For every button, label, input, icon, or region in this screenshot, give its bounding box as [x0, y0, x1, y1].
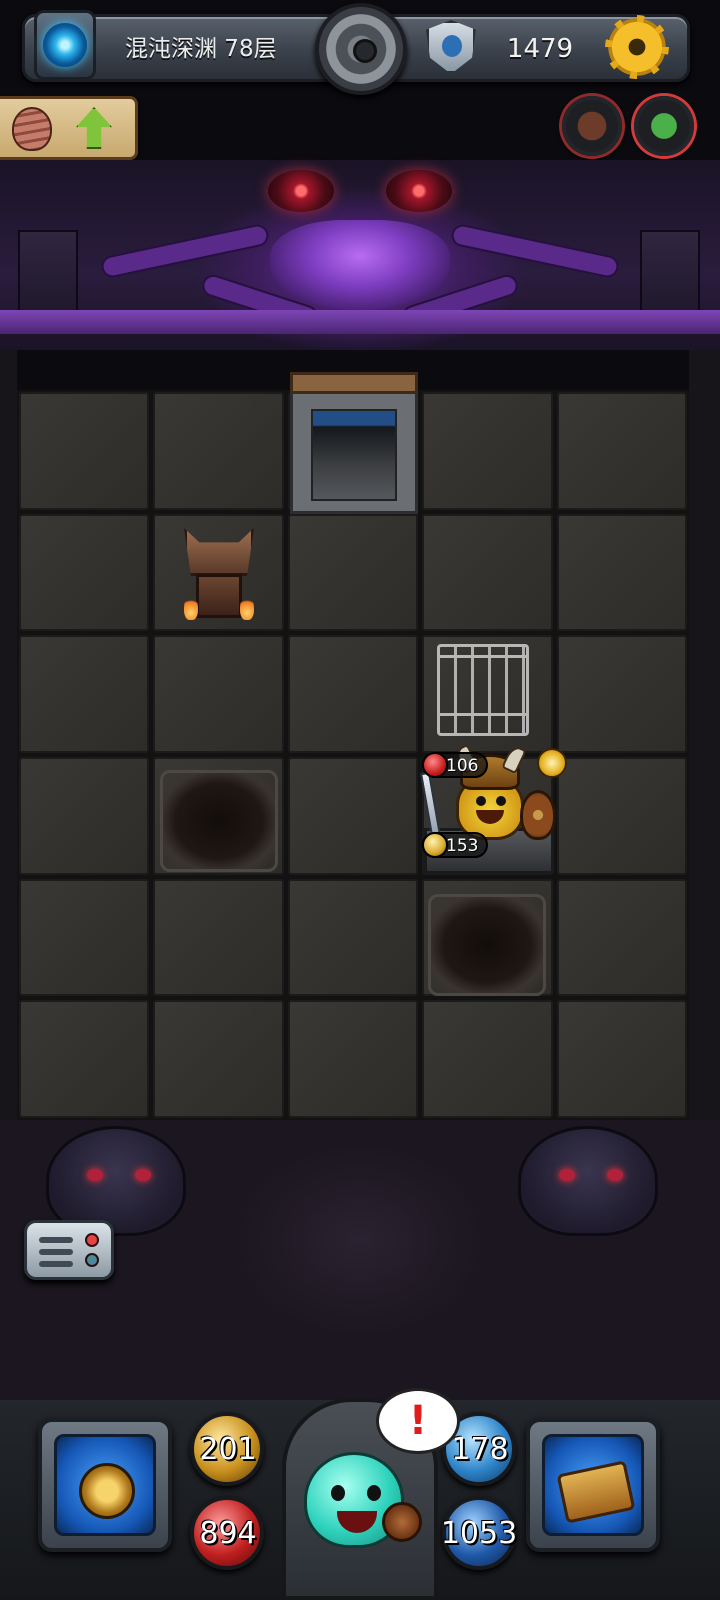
floor-tile[interactable] — [556, 756, 687, 875]
pet-shield-icon — [382, 1502, 422, 1542]
spellbook-icon — [556, 1460, 636, 1524]
floor-tile[interactable] — [19, 878, 150, 997]
gem-count: 1479 — [506, 34, 574, 64]
pet-alert-bubble[interactable]: ! — [376, 1388, 460, 1454]
hero-attack-chip: 153 — [422, 832, 489, 858]
altar-object[interactable] — [176, 522, 262, 622]
shield-icon — [520, 790, 556, 840]
stairs-down[interactable] — [290, 372, 418, 514]
floor-tile[interactable] — [19, 756, 150, 875]
altar-base — [196, 574, 242, 618]
equipment-slot — [54, 1434, 156, 1536]
floor-tile[interactable] — [287, 1000, 419, 1118]
pet-eye — [367, 1485, 381, 1501]
brain-buff-icon[interactable] — [562, 96, 622, 156]
floor-tile[interactable] — [19, 513, 150, 632]
floor-tile[interactable] — [153, 878, 284, 997]
floor-tile[interactable] — [287, 756, 419, 875]
hero-hp-chip: 106 — [422, 752, 489, 778]
floor-tile[interactable] — [422, 392, 553, 510]
goblin-buff-icon[interactable] — [634, 96, 694, 156]
floor-tile[interactable] — [556, 635, 687, 753]
quest-panel[interactable] — [0, 96, 138, 160]
cthulhu-eye — [386, 170, 452, 212]
spellbook-button[interactable] — [526, 1418, 660, 1552]
floor-tile[interactable] — [422, 513, 553, 632]
octopus-eye — [87, 1169, 103, 1181]
floor-tile[interactable] — [287, 513, 419, 632]
floor-tile[interactable] — [556, 878, 687, 997]
equipment-button[interactable] — [38, 1418, 172, 1552]
attack-value: 201 — [199, 1432, 257, 1467]
menu-line-icon — [39, 1249, 73, 1255]
spellbook-slot — [542, 1434, 644, 1536]
hero-eye — [496, 796, 506, 806]
heart-icon — [422, 752, 448, 778]
hero-attack-value: 153 — [446, 836, 479, 856]
portal-button[interactable] — [34, 10, 96, 80]
side-wall — [689, 350, 720, 1120]
pet-eye — [331, 1485, 345, 1501]
flame-icon — [240, 596, 254, 620]
mummy-icon — [12, 107, 52, 151]
settings-dot-icon — [85, 1253, 99, 1267]
floor-tile[interactable] — [153, 635, 284, 753]
floor-tile[interactable] — [287, 635, 419, 753]
cthulhu-eye — [268, 170, 334, 212]
cthulhu-mouth — [270, 220, 450, 310]
floor-tile[interactable] — [153, 392, 284, 510]
floor-pit[interactable] — [160, 770, 278, 872]
floor-label: 混沌深渊 78层 — [125, 36, 277, 62]
floor-tile[interactable] — [422, 1000, 553, 1118]
menu-button[interactable] — [24, 1220, 114, 1280]
flame-icon — [184, 596, 198, 620]
menu-line-icon — [39, 1261, 73, 1267]
floor-tile[interactable] — [556, 513, 687, 632]
hp-value: 894 — [199, 1516, 257, 1551]
cthulhu-wall — [0, 160, 720, 350]
tentacle — [99, 222, 271, 280]
floor-tile[interactable] — [556, 1000, 687, 1118]
octopus-statue — [518, 1126, 658, 1236]
floor-tile[interactable] — [556, 392, 687, 510]
octopus-eye — [135, 1169, 151, 1181]
hero-eye — [476, 796, 486, 806]
menu-line-icon — [39, 1237, 73, 1243]
medal-icon[interactable] — [315, 3, 407, 95]
sword-badge-icon — [537, 748, 567, 778]
floor-tile[interactable] — [287, 878, 419, 997]
side-wall — [0, 350, 17, 1120]
wall-band — [0, 310, 720, 334]
floor-pit[interactable] — [428, 894, 546, 996]
settings-button[interactable] — [604, 14, 670, 80]
notification-dot-icon — [85, 1233, 99, 1247]
gear-icon — [605, 15, 669, 79]
knight-helmet-icon — [79, 1463, 135, 1519]
floor-tile[interactable] — [19, 392, 150, 510]
up-arrow-icon — [76, 107, 112, 149]
floor-tile[interactable] — [19, 635, 150, 753]
floor-tile[interactable] — [153, 1000, 284, 1118]
octopus-eye — [607, 1169, 623, 1181]
pet-mouth — [337, 1511, 377, 1533]
stairs-lintel — [290, 372, 418, 394]
portal-icon — [43, 23, 87, 67]
stairs-hole — [311, 409, 397, 501]
octopus-eye — [559, 1169, 575, 1181]
altar-top — [184, 528, 254, 576]
cage-sketch[interactable] — [437, 644, 529, 736]
floor-tile[interactable] — [19, 1000, 150, 1118]
attack-icon — [422, 832, 448, 858]
tentacle — [449, 222, 621, 280]
hero-hp-value: 106 — [446, 756, 479, 776]
